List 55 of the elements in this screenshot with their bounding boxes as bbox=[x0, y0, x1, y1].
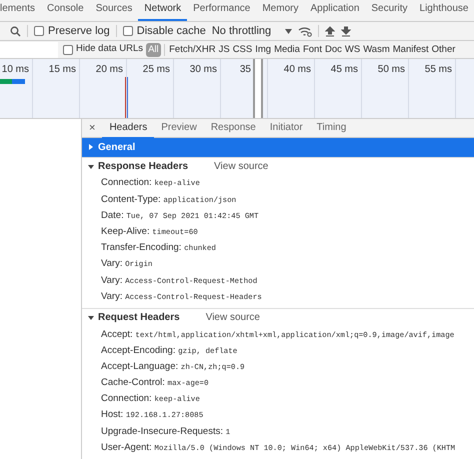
expanded-triangle-icon bbox=[88, 164, 94, 170]
collapsed-triangle-icon bbox=[88, 144, 94, 150]
filter-chip[interactable]: JS bbox=[217, 42, 232, 56]
wifi-settings-icon[interactable] bbox=[298, 26, 312, 36]
filter-chip[interactable]: Doc bbox=[323, 42, 344, 56]
tab[interactable]: Console bbox=[41, 0, 90, 21]
request-bar bbox=[0, 79, 25, 84]
filter-chip[interactable]: WS bbox=[343, 42, 362, 56]
tab[interactable]: Application bbox=[304, 0, 366, 21]
time-window-handle[interactable] bbox=[253, 59, 263, 118]
close-button[interactable]: × bbox=[82, 120, 102, 136]
tick-label: 30 ms bbox=[190, 64, 217, 76]
tick-label: 55 ms bbox=[424, 64, 452, 76]
filter-chip[interactable]: Manifest bbox=[391, 42, 430, 56]
filter-chip[interactable]: Font bbox=[301, 42, 324, 56]
upload-icon[interactable] bbox=[325, 26, 336, 36]
tick-label: 50 ms bbox=[378, 64, 405, 76]
checkbox[interactable] bbox=[34, 26, 44, 36]
tab[interactable]: Preview bbox=[154, 117, 204, 139]
tab[interactable]: Initiator bbox=[262, 117, 310, 139]
tab[interactable]: Response bbox=[204, 117, 263, 139]
filter-chip[interactable]: CSS bbox=[231, 42, 254, 56]
tab[interactable]: Lighthouse bbox=[414, 0, 474, 21]
tick-label: 35 bbox=[240, 64, 251, 76]
dropdown-arrow-icon bbox=[285, 28, 292, 34]
expanded-triangle-icon bbox=[88, 314, 94, 321]
filter-chip[interactable]: Media bbox=[272, 42, 302, 56]
tab[interactable]: Security bbox=[365, 0, 414, 21]
search-icon[interactable] bbox=[10, 26, 21, 36]
filter-chip[interactable]: Other bbox=[430, 42, 457, 56]
hide-data-urls-label[interactable]: Hide data URLs bbox=[76, 42, 144, 57]
load-event-line bbox=[127, 77, 128, 118]
tick-label: 25 ms bbox=[142, 64, 170, 76]
tab[interactable]: Timing bbox=[310, 117, 354, 139]
tick-label: 15 ms bbox=[48, 64, 76, 76]
dom-event-line bbox=[125, 77, 126, 118]
section-header[interactable]: Response Headers View source bbox=[82, 156, 474, 176]
tick-label: 40 ms bbox=[284, 64, 311, 76]
tab[interactable]: Performance bbox=[187, 0, 256, 21]
tab[interactable]: lements bbox=[0, 0, 42, 21]
tick-label: 10 ms bbox=[2, 64, 29, 76]
filter-field[interactable] bbox=[0, 42, 58, 58]
tab[interactable]: Sources bbox=[90, 0, 138, 21]
tick-label: 20 ms bbox=[96, 64, 123, 76]
tick-label: 45 ms bbox=[330, 64, 358, 76]
section-header[interactable]: Request Headers View source bbox=[82, 308, 474, 327]
filter-chip[interactable]: Img bbox=[254, 42, 273, 56]
checkbox[interactable] bbox=[63, 44, 73, 54]
checkbox[interactable] bbox=[122, 26, 133, 36]
filter-chip[interactable]: Fetch/XHR bbox=[168, 42, 218, 56]
throttling-select[interactable]: No throttling bbox=[212, 22, 292, 40]
filter-chip[interactable]: Wasm bbox=[362, 42, 392, 56]
section-header[interactable]: General bbox=[82, 138, 474, 157]
download-icon[interactable] bbox=[341, 26, 352, 36]
tab[interactable]: Memory bbox=[256, 0, 304, 21]
